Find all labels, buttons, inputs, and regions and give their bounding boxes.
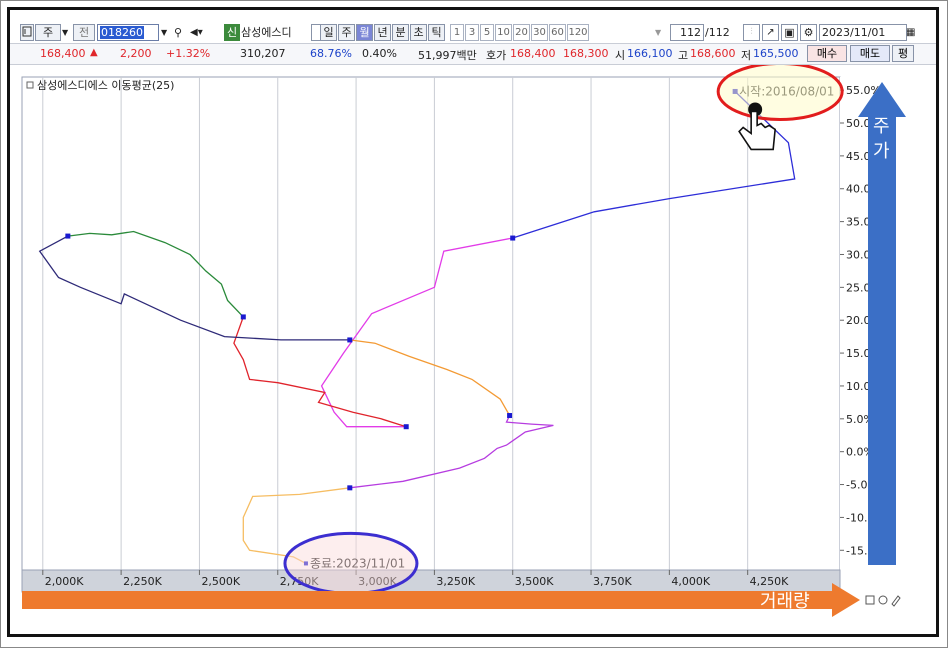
up-arrow-icon: ▲ [90, 47, 98, 58]
window: 주 ▼ 전 018260 ▼ ⚲ ◀▾ 신 삼성에스디 ▼ 112 /112 ⫶… [0, 0, 948, 648]
low-price: 165,500 [753, 47, 799, 60]
code-input[interactable]: 018260 [97, 24, 159, 41]
x-tick-label: 3,500K [515, 575, 554, 588]
current-price: 168,400 [40, 47, 86, 60]
x-tick-label: 4,000K [671, 575, 710, 588]
sell-button[interactable]: 매도 [850, 45, 890, 62]
count-input[interactable]: 112 [670, 24, 704, 41]
tab-interval-4[interactable]: 10 [495, 24, 512, 41]
low-label: 저 [741, 49, 752, 62]
plot-area [21, 76, 841, 571]
tab-interval-8[interactable]: 120 [567, 24, 589, 41]
volume: 310,207 [240, 47, 286, 60]
trade-amount: 51,997백만 [418, 49, 477, 62]
high-price: 168,600 [690, 47, 736, 60]
volume-ratio: 68.76% [310, 47, 352, 60]
start-highlight-ellipse [716, 65, 844, 121]
trend-icon[interactable]: ↗ [762, 24, 779, 41]
candle-icon[interactable]: ⫶ [743, 24, 760, 41]
chart-window: 주 ▼ 전 018260 ▼ ⚲ ◀▾ 신 삼성에스디 ▼ 112 /112 ⫶… [7, 7, 939, 637]
bid-price: 168,300 [563, 47, 609, 60]
high-label: 고 [678, 49, 689, 62]
tab-period-1[interactable]: 일 [320, 24, 337, 41]
gear-icon[interactable]: ⚙ [800, 24, 817, 41]
eval-button[interactable]: 평 [892, 45, 914, 62]
segment-marker [347, 485, 353, 491]
price-arrow-label: 가 [873, 141, 890, 162]
segment-marker [403, 424, 409, 430]
period-type-select[interactable]: 주 [35, 24, 61, 41]
quote-bar: 168,400 ▲ 2,200 +1.32% 310,207 68.76% 0.… [10, 43, 936, 65]
tool-square-icon[interactable] [865, 595, 875, 605]
x-tick-label: 3,750K [593, 575, 632, 588]
tab-period-7[interactable]: 틱 [428, 24, 445, 41]
save-icon[interactable]: ▣ [781, 24, 798, 41]
date-input[interactable]: 2023/11/01 [819, 24, 907, 41]
price-arrow-label: 주 [873, 116, 890, 137]
tab-period-4[interactable]: 년 [374, 24, 391, 41]
sound-icon[interactable]: ◀▾ [190, 24, 212, 41]
tab-period-5[interactable]: 분 [392, 24, 409, 41]
open-price: 166,100 [627, 47, 673, 60]
stock-name: 삼성에스디 [241, 26, 292, 39]
tab-period-6[interactable]: 초 [410, 24, 427, 41]
price-change: 2,200 [120, 47, 152, 60]
tab-period-2[interactable]: 주 [338, 24, 355, 41]
x-tick-label: 3,250K [436, 575, 475, 588]
end-highlight-ellipse [283, 531, 419, 595]
tab-interval-7[interactable]: 60 [549, 24, 566, 41]
segment-marker [507, 413, 513, 419]
x-tick-label: 4,250K [750, 575, 789, 588]
count-total: /112 [705, 26, 730, 39]
search-icon[interactable]: ⚲ [174, 24, 188, 41]
tab-interval-3[interactable]: 5 [480, 24, 494, 41]
x-tick-label: 2,500K [201, 575, 240, 588]
open-label: 시 [615, 49, 626, 62]
segment-marker [510, 235, 516, 241]
hoga-label: 호가 [486, 49, 507, 62]
buy-button[interactable]: 매수 [807, 45, 847, 62]
x-tick-label: 2,250K [123, 575, 162, 588]
new-badge: 신 [224, 24, 240, 41]
change-percent: +1.32% [166, 47, 211, 60]
segment-marker [347, 337, 353, 343]
volume-arrow-label: 거래량 [760, 591, 810, 612]
chart-area[interactable]: 55.0%50.0%45.0%40.0%35.0%30.0%25.0%20.0%… [10, 65, 936, 625]
x-tick-label: 2,000K [45, 575, 84, 588]
tool-pencil-icon[interactable] [891, 595, 901, 607]
prev-button[interactable]: 전 [73, 24, 95, 41]
segment-marker [65, 233, 71, 239]
segment-marker [240, 314, 246, 320]
tab-interval-6[interactable]: 30 [531, 24, 548, 41]
tab-interval-2[interactable]: 3 [465, 24, 479, 41]
chart-title: 삼성에스디에스 이동평균(25) [37, 79, 174, 92]
legend-marker [26, 81, 34, 89]
tool-circle-icon[interactable] [878, 595, 888, 605]
chevron-down-icon[interactable]: ▼ [161, 24, 173, 41]
turnover-ratio: 0.40% [362, 47, 397, 60]
chevron-down-icon[interactable]: ▼ [62, 24, 72, 41]
calendar-icon[interactable]: ▦ [906, 24, 920, 41]
chart-icon[interactable] [20, 24, 34, 41]
tab-interval-5[interactable]: 20 [513, 24, 530, 41]
ask-price: 168,400 [510, 47, 556, 60]
code-value: 018260 [100, 26, 144, 39]
tab-interval-1[interactable]: 1 [450, 24, 464, 41]
tab-period-3[interactable]: 월 [356, 24, 373, 41]
chevron-down-icon[interactable]: ▼ [655, 24, 669, 41]
